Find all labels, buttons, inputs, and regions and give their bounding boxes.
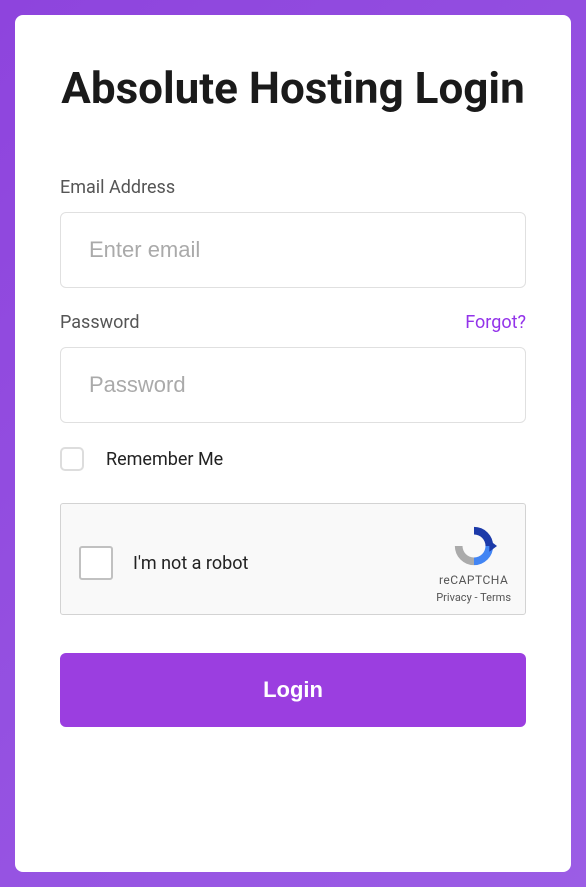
- email-label-row: Email Address: [60, 177, 526, 198]
- password-field[interactable]: [60, 347, 526, 423]
- remember-me-row: Remember Me: [60, 447, 526, 471]
- remember-me-checkbox[interactable]: [60, 447, 84, 471]
- forgot-password-link[interactable]: Forgot?: [465, 312, 526, 333]
- email-group: Email Address: [60, 177, 526, 288]
- password-label: Password: [60, 312, 140, 333]
- recaptcha-logo-icon: [451, 523, 497, 569]
- recaptcha-widget: I'm not a robot reCAPTCHA Privacy - Term…: [60, 503, 526, 615]
- recaptcha-privacy-link[interactable]: Privacy: [436, 591, 472, 604]
- recaptcha-terms-link[interactable]: Terms: [480, 591, 511, 604]
- password-group: Password Forgot?: [60, 312, 526, 423]
- email-label: Email Address: [60, 177, 175, 198]
- recaptcha-label: I'm not a robot: [133, 553, 248, 574]
- password-label-row: Password Forgot?: [60, 312, 526, 333]
- email-field[interactable]: [60, 212, 526, 288]
- recaptcha-checkbox[interactable]: [79, 546, 113, 580]
- recaptcha-branding: reCAPTCHA Privacy - Terms: [436, 523, 511, 604]
- recaptcha-separator: -: [472, 591, 480, 604]
- recaptcha-links: Privacy - Terms: [436, 591, 511, 604]
- recaptcha-brand-text: reCAPTCHA: [439, 573, 508, 587]
- recaptcha-left: I'm not a robot: [79, 546, 248, 580]
- remember-me-label: Remember Me: [106, 449, 223, 470]
- login-card: Absolute Hosting Login Email Address Pas…: [15, 15, 571, 872]
- page-title: Absolute Hosting Login: [60, 60, 526, 117]
- login-button[interactable]: Login: [60, 653, 526, 727]
